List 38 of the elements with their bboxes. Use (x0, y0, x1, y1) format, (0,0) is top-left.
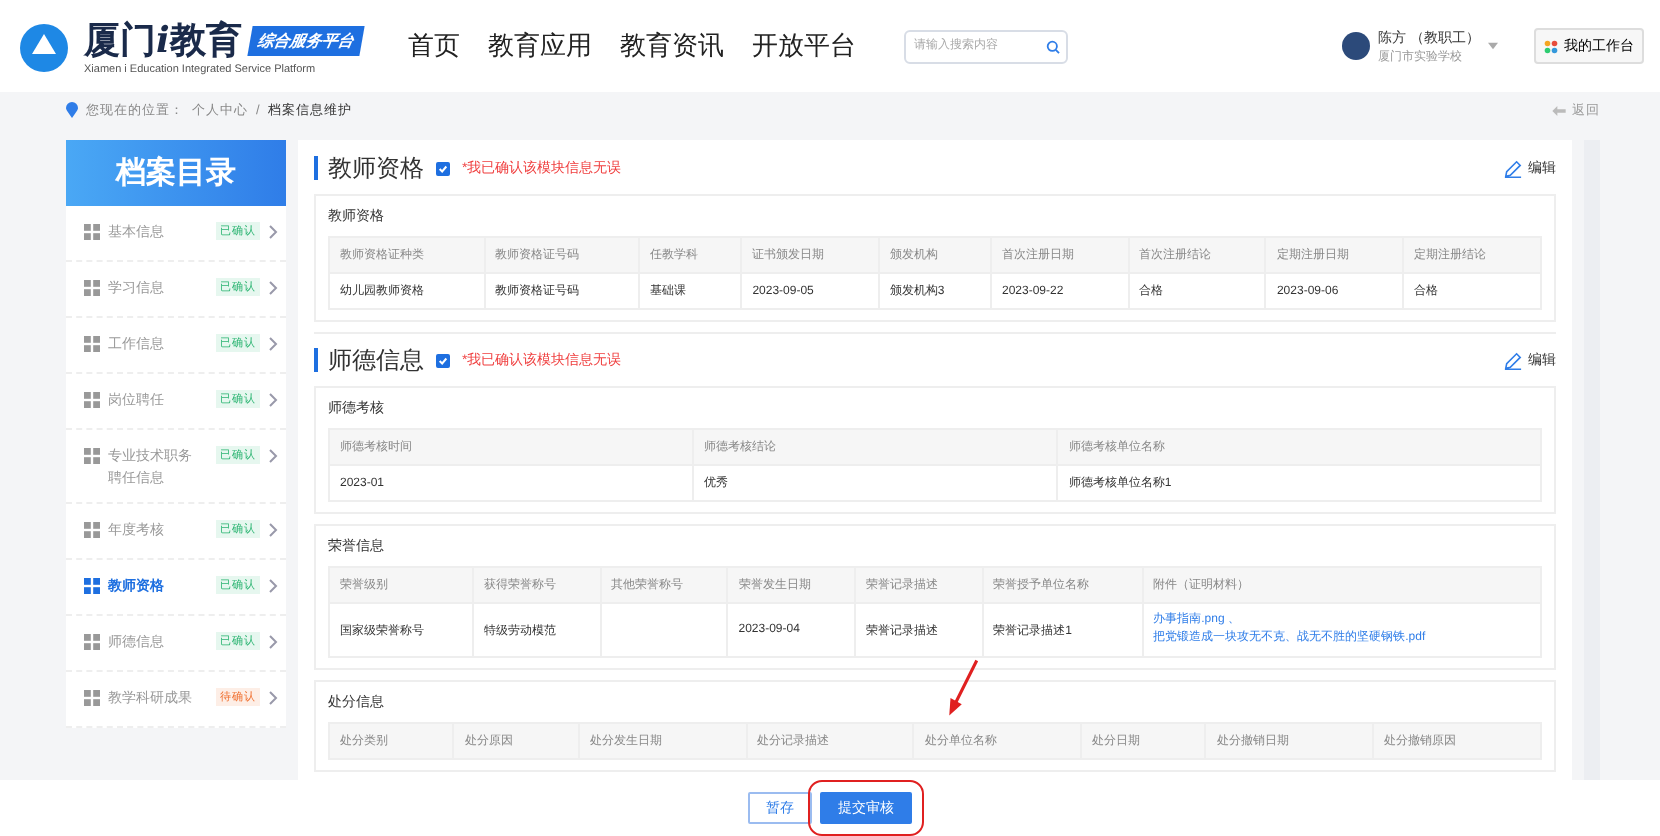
chevron-right-icon (268, 690, 278, 706)
confirm-checkbox[interactable] (436, 161, 450, 175)
module-icon (84, 578, 100, 594)
nav-link[interactable]: 开放平台 (752, 28, 856, 64)
nav-link[interactable]: 首页 (408, 28, 460, 64)
section-title: 教师资格 (314, 156, 424, 180)
logo-title: 厦门i教育 (84, 18, 242, 64)
module-icon (84, 279, 100, 296)
section-title: 师德信息 (314, 348, 424, 372)
chevron-right-icon (268, 578, 278, 594)
chevron-right-icon (268, 522, 278, 538)
chevron-right-icon (268, 391, 278, 408)
nav-link[interactable]: 教育资讯 (620, 28, 724, 64)
logo-icon (16, 18, 72, 74)
user-avatar[interactable] (1342, 32, 1371, 60)
confirm-checkbox[interactable] (436, 353, 450, 367)
back-arrow-icon (1552, 105, 1566, 115)
chevron-right-icon (268, 447, 278, 464)
module-icon (84, 522, 100, 538)
module-icon (84, 447, 100, 464)
chevron-right-icon (268, 279, 278, 296)
module-icon (84, 223, 100, 240)
search-icon[interactable] (1046, 39, 1060, 53)
location-pin-icon (66, 102, 78, 118)
module-icon (84, 391, 100, 408)
pencil-icon (1504, 159, 1522, 177)
sidebar-title: 档案目录 (66, 140, 286, 206)
chevron-right-icon (268, 634, 278, 650)
chevron-right-icon (268, 335, 278, 352)
chevron-right-icon (268, 223, 278, 240)
annotation-arrow (944, 658, 982, 718)
module-icon (84, 690, 100, 706)
module-icon (84, 335, 100, 352)
pencil-icon (1504, 351, 1522, 369)
module-icon (84, 634, 100, 650)
platform-badge: 综合服务平台 (247, 25, 365, 55)
apps-icon (1544, 39, 1558, 53)
nav-link[interactable]: 教育应用 (488, 28, 592, 64)
